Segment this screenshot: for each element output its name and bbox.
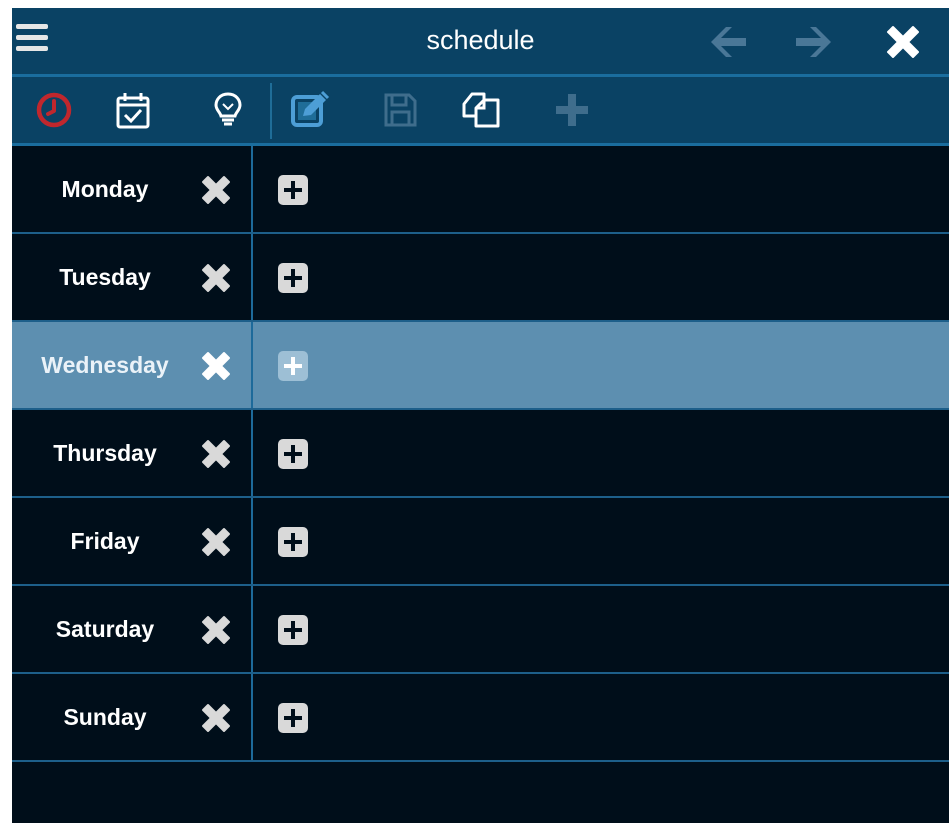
lightbulb-icon[interactable]: [208, 90, 248, 130]
time-slot-area[interactable]: [253, 498, 949, 584]
arrow-right-icon[interactable]: [794, 22, 834, 62]
time-slot-area[interactable]: [253, 234, 949, 320]
add-slot-icon[interactable]: [277, 350, 309, 382]
remove-day-icon[interactable]: [199, 526, 233, 558]
title-bar: schedule: [12, 8, 949, 77]
remove-day-icon[interactable]: [199, 262, 233, 294]
day-row-saturday[interactable]: Saturday: [12, 586, 949, 674]
add-slot-icon[interactable]: [277, 526, 309, 558]
day-cell[interactable]: Thursday: [12, 410, 253, 496]
toolbar-separator: [270, 83, 272, 139]
day-cell[interactable]: Monday: [12, 146, 253, 232]
day-row-sunday[interactable]: Sunday: [12, 674, 949, 762]
day-cell[interactable]: Friday: [12, 498, 253, 584]
day-cell[interactable]: Sunday: [12, 674, 253, 760]
empty-footer-area: [12, 762, 949, 823]
time-slot-area[interactable]: [253, 322, 949, 408]
day-cell[interactable]: Wednesday: [12, 322, 253, 408]
add-slot-icon[interactable]: [277, 174, 309, 206]
edit-icon[interactable]: [289, 90, 330, 130]
day-label: Saturday: [55, 616, 155, 642]
day-cell[interactable]: Saturday: [12, 586, 253, 672]
remove-day-icon[interactable]: [199, 438, 233, 470]
day-label: Sunday: [63, 704, 147, 730]
remove-day-icon[interactable]: [199, 702, 233, 734]
day-row-tuesday[interactable]: Tuesday: [12, 234, 949, 322]
add-icon[interactable]: [552, 90, 592, 130]
time-slot-area[interactable]: [253, 674, 949, 760]
day-row-friday[interactable]: Friday: [12, 498, 949, 586]
time-slot-area[interactable]: [253, 146, 949, 232]
toolbar: [12, 77, 949, 143]
day-label: Tuesday: [59, 264, 151, 290]
remove-day-icon[interactable]: [199, 614, 233, 646]
day-label: Thursday: [53, 440, 157, 466]
day-label: Friday: [70, 528, 140, 554]
day-label: Wednesday: [41, 352, 169, 378]
copy-icon[interactable]: [460, 90, 500, 130]
clock-icon[interactable]: [34, 90, 74, 130]
close-x-icon[interactable]: [884, 23, 924, 63]
remove-day-icon[interactable]: [199, 174, 233, 206]
remove-day-icon[interactable]: [199, 350, 233, 382]
calendar-check-icon[interactable]: [113, 90, 153, 130]
time-slot-area[interactable]: [253, 410, 949, 496]
day-list: Monday Tuesday Wednesday Thursday Friday…: [12, 146, 949, 762]
day-row-wednesday[interactable]: Wednesday: [12, 322, 949, 410]
add-slot-icon[interactable]: [277, 702, 309, 734]
day-row-thursday[interactable]: Thursday: [12, 410, 949, 498]
time-slot-area[interactable]: [253, 586, 949, 672]
add-slot-icon[interactable]: [277, 614, 309, 646]
day-cell[interactable]: Tuesday: [12, 234, 253, 320]
add-slot-icon[interactable]: [277, 438, 309, 470]
save-icon[interactable]: [380, 90, 420, 130]
schedule-app: schedule Monday Tuesday Wednesday Thursd…: [12, 8, 949, 823]
arrow-left-icon[interactable]: [708, 22, 748, 62]
day-row-monday[interactable]: Monday: [12, 146, 949, 234]
day-label: Monday: [61, 176, 149, 202]
add-slot-icon[interactable]: [277, 262, 309, 294]
